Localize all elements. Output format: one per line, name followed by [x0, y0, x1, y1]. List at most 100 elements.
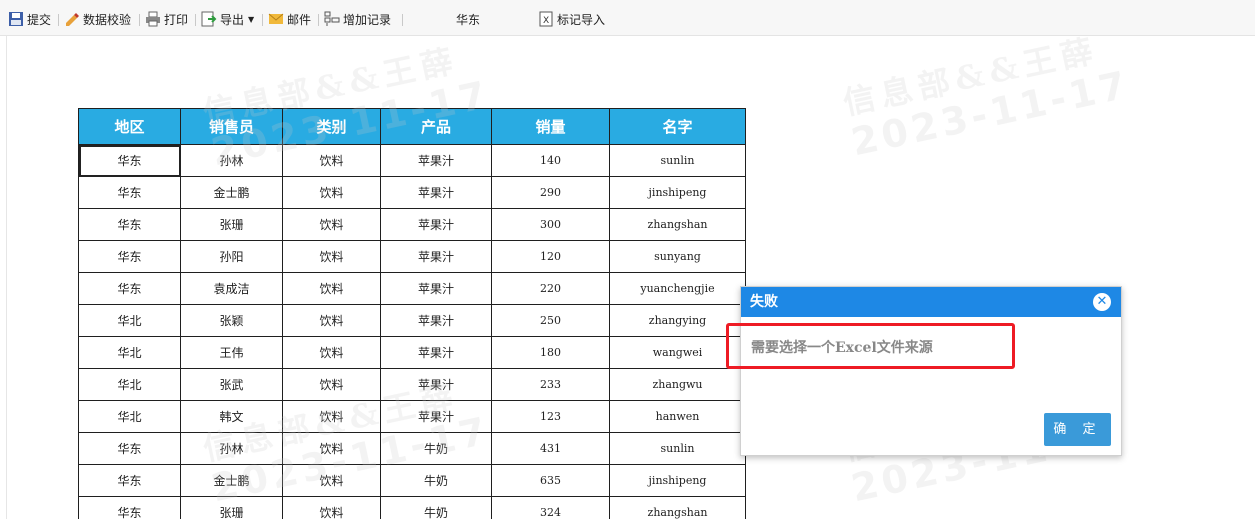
- cell-name[interactable]: zhangshan: [609, 496, 746, 519]
- cell-category[interactable]: 饮料: [282, 240, 381, 273]
- cell-category[interactable]: 饮料: [282, 368, 381, 401]
- add-row-icon: [324, 11, 340, 26]
- tag-import-button[interactable]: X 标记导入: [538, 10, 605, 28]
- cell-name[interactable]: zhangwu: [609, 368, 746, 401]
- cell-product[interactable]: 苹果汁: [380, 144, 492, 177]
- cell-salesperson[interactable]: 孙阳: [180, 240, 283, 273]
- cell-category[interactable]: 饮料: [282, 208, 381, 241]
- cell-sales[interactable]: 233: [491, 368, 610, 401]
- cell-category[interactable]: 饮料: [282, 176, 381, 209]
- header-product: 产品: [380, 108, 492, 145]
- cell-product[interactable]: 苹果汁: [380, 208, 492, 241]
- cell-salesperson[interactable]: 孙林: [180, 144, 283, 177]
- cell-name[interactable]: zhangshan: [609, 208, 746, 241]
- cell-region[interactable]: 华北: [78, 368, 181, 401]
- region-filter-value[interactable]: 华东: [456, 11, 480, 28]
- cell-salesperson[interactable]: 张武: [180, 368, 283, 401]
- watermark: 信息部&&王薛 2023-11-17: [840, 27, 1134, 165]
- toolbar-divider: [318, 14, 319, 26]
- cell-region[interactable]: 华东: [78, 464, 181, 497]
- excel-import-icon: X: [539, 11, 553, 27]
- cell-category[interactable]: 饮料: [282, 432, 381, 465]
- cell-sales[interactable]: 250: [491, 304, 610, 337]
- cell-salesperson[interactable]: 袁成洁: [180, 272, 283, 305]
- cell-region[interactable]: 华东: [78, 240, 181, 273]
- cell-product[interactable]: 牛奶: [380, 432, 492, 465]
- validate-button[interactable]: 数据校验: [64, 10, 131, 28]
- toolbar-divider: [195, 14, 196, 26]
- cell-category[interactable]: 饮料: [282, 496, 381, 519]
- export-button[interactable]: 导出 ▼: [201, 10, 254, 28]
- table-row: 华东 孙林 饮料 苹果汁 140 sunlin: [78, 144, 746, 177]
- cell-product[interactable]: 苹果汁: [380, 272, 492, 305]
- cell-sales[interactable]: 290: [491, 176, 610, 209]
- cell-region[interactable]: 华北: [78, 400, 181, 433]
- cell-name[interactable]: yuanchengjie: [609, 272, 746, 305]
- cell-name[interactable]: sunlin: [609, 432, 746, 465]
- cell-salesperson[interactable]: 张珊: [180, 208, 283, 241]
- cell-salesperson[interactable]: 张珊: [180, 496, 283, 519]
- print-button[interactable]: 打印: [145, 10, 188, 28]
- cell-name[interactable]: jinshipeng: [609, 464, 746, 497]
- cell-product[interactable]: 苹果汁: [380, 336, 492, 369]
- cell-sales[interactable]: 324: [491, 496, 610, 519]
- cell-region[interactable]: 华东: [78, 176, 181, 209]
- table-row: 华东 张珊 饮料 牛奶 324 zhangshan: [78, 496, 746, 519]
- cell-region[interactable]: 华东: [78, 208, 181, 241]
- cell-category[interactable]: 饮料: [282, 144, 381, 177]
- table-row: 华东 袁成洁 饮料 苹果汁 220 yuanchengjie: [78, 272, 746, 305]
- cell-name[interactable]: jinshipeng: [609, 176, 746, 209]
- cell-region[interactable]: 华北: [78, 304, 181, 337]
- cell-salesperson[interactable]: 孙林: [180, 432, 283, 465]
- cell-product[interactable]: 苹果汁: [380, 240, 492, 273]
- cell-sales[interactable]: 120: [491, 240, 610, 273]
- cell-salesperson[interactable]: 韩文: [180, 400, 283, 433]
- cell-category[interactable]: 饮料: [282, 304, 381, 337]
- export-label: 导出: [220, 12, 245, 27]
- cell-salesperson[interactable]: 金士鹏: [180, 464, 283, 497]
- cell-region[interactable]: 华东: [78, 496, 181, 519]
- cell-salesperson[interactable]: 张颖: [180, 304, 283, 337]
- cell-sales[interactable]: 300: [491, 208, 610, 241]
- cell-category[interactable]: 饮料: [282, 336, 381, 369]
- cell-region[interactable]: 华东: [78, 272, 181, 305]
- cell-region[interactable]: 华东: [78, 432, 181, 465]
- cell-name[interactable]: wangwei: [609, 336, 746, 369]
- table-row: 华东 孙林 饮料 牛奶 431 sunlin: [78, 432, 746, 465]
- confirm-button[interactable]: 确 定: [1044, 413, 1111, 446]
- export-icon: [201, 11, 217, 27]
- cell-sales[interactable]: 635: [491, 464, 610, 497]
- cell-name[interactable]: sunyang: [609, 240, 746, 273]
- email-button[interactable]: 邮件: [268, 10, 311, 28]
- cell-product[interactable]: 苹果汁: [380, 400, 492, 433]
- cell-salesperson[interactable]: 王伟: [180, 336, 283, 369]
- cell-name[interactable]: sunlin: [609, 144, 746, 177]
- cell-product[interactable]: 苹果汁: [380, 304, 492, 337]
- cell-region[interactable]: 华东: [78, 144, 181, 177]
- cell-product[interactable]: 牛奶: [380, 464, 492, 497]
- cell-category[interactable]: 饮料: [282, 464, 381, 497]
- cell-category[interactable]: 饮料: [282, 272, 381, 305]
- table-row: 华北 张颖 饮料 苹果汁 250 zhangying: [78, 304, 746, 337]
- close-icon[interactable]: ✕: [1093, 293, 1111, 311]
- toolbar-divider: [58, 14, 59, 26]
- cell-product[interactable]: 苹果汁: [380, 368, 492, 401]
- cell-name[interactable]: hanwen: [609, 400, 746, 433]
- printer-icon: [146, 11, 160, 27]
- cell-sales[interactable]: 123: [491, 400, 610, 433]
- cell-region[interactable]: 华北: [78, 336, 181, 369]
- cell-product[interactable]: 苹果汁: [380, 176, 492, 209]
- cell-product[interactable]: 牛奶: [380, 496, 492, 519]
- cell-sales[interactable]: 180: [491, 336, 610, 369]
- data-table: 地区 销售员 类别 产品 销量 名字 华东 孙林 饮料 苹果汁 140 sunlin 华东金…: [78, 108, 746, 519]
- cell-sales[interactable]: 431: [491, 432, 610, 465]
- cell-sales[interactable]: 220: [491, 272, 610, 305]
- add-record-button[interactable]: 增加记录: [324, 10, 391, 28]
- cell-category[interactable]: 饮料: [282, 400, 381, 433]
- cell-salesperson[interactable]: 金士鹏: [180, 176, 283, 209]
- table-row: 华北 张武 饮料 苹果汁 233 zhangwu: [78, 368, 746, 401]
- cell-name[interactable]: zhangying: [609, 304, 746, 337]
- submit-button[interactable]: 提交: [8, 10, 51, 28]
- header-name: 名字: [609, 108, 746, 145]
- cell-sales[interactable]: 140: [491, 144, 610, 177]
